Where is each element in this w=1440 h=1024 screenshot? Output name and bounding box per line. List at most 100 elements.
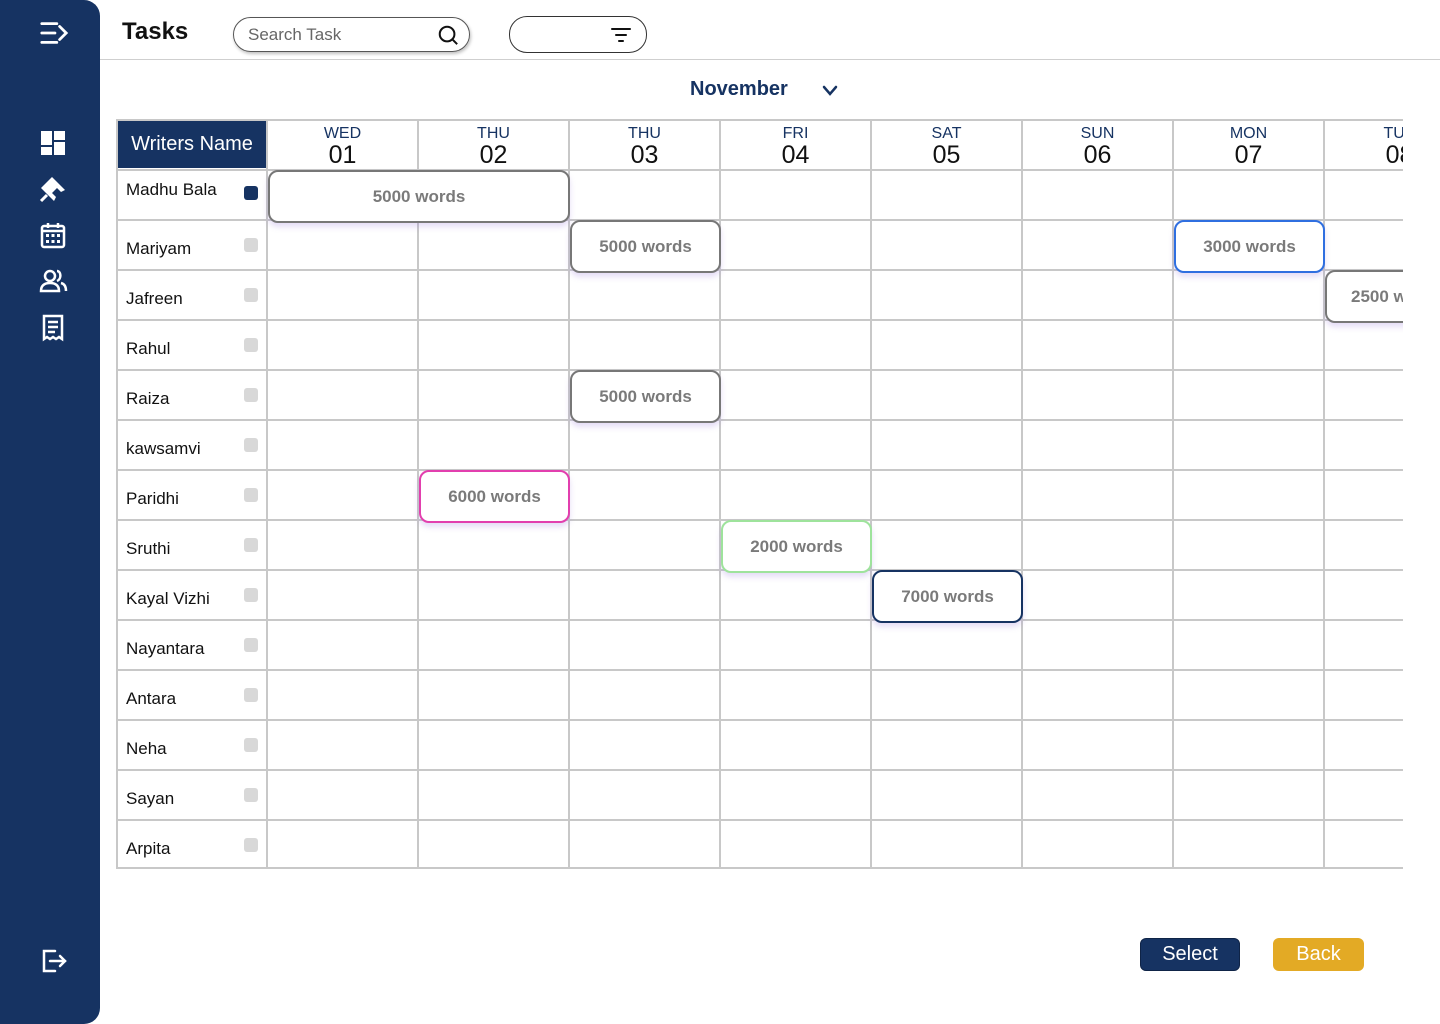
search-box[interactable] (233, 17, 470, 52)
writer-row: kawsamvi (118, 419, 266, 467)
menu-expand-icon[interactable] (37, 16, 71, 50)
writer-checkbox[interactable] (244, 388, 258, 402)
back-button[interactable]: Back (1273, 938, 1364, 971)
writer-row: Mariyam (118, 219, 266, 267)
grid-column-line (1021, 119, 1023, 869)
task-card[interactable]: 5000 words (570, 220, 721, 273)
filter-dropdown[interactable] (509, 16, 647, 53)
writer-row: Sayan (118, 769, 266, 817)
writer-checkbox[interactable] (244, 288, 258, 302)
writer-name: Neha (126, 739, 167, 758)
chevron-down-icon[interactable] (822, 84, 838, 98)
writer-row: Nayantara (118, 619, 266, 667)
day-header: THU 02 (419, 121, 568, 169)
writer-checkbox[interactable] (244, 688, 258, 702)
grid-row-line (116, 619, 1403, 621)
writer-checkbox[interactable] (244, 438, 258, 452)
writer-name: Madhu Bala (126, 180, 217, 199)
month-label[interactable]: November (690, 78, 788, 101)
grid-row-line (116, 369, 1403, 371)
day-number: 04 (781, 141, 810, 169)
writer-checkbox[interactable] (244, 788, 258, 802)
writer-name: Antara (126, 689, 177, 708)
sidebar (0, 0, 100, 1024)
day-header: SAT 05 (872, 121, 1021, 169)
grid-column-line (870, 119, 872, 869)
search-icon[interactable] (437, 24, 459, 46)
writer-checkbox[interactable] (244, 638, 258, 652)
page-title: Tasks (122, 18, 189, 45)
writer-row: Antara (118, 669, 266, 717)
task-card[interactable]: 7000 words (872, 570, 1023, 623)
grid-row-line (116, 469, 1403, 471)
search-input[interactable] (248, 24, 428, 46)
writer-checkbox[interactable] (244, 338, 258, 352)
schedule-grid: Writers Name WED 01 THU 02 THU 03 FRI 04 SAT 05 SU… (116, 119, 1403, 869)
writer-row: Raiza (118, 369, 266, 417)
writer-row: Rahul (118, 319, 266, 367)
day-number: 01 (328, 141, 357, 169)
writer-checkbox[interactable] (244, 238, 258, 252)
task-card[interactable]: 5000 words (570, 370, 721, 423)
grid-row-line (116, 769, 1403, 771)
users-icon[interactable] (36, 264, 70, 298)
day-header: WED 01 (268, 121, 417, 169)
day-number: 03 (630, 141, 659, 169)
grid-row-line (116, 419, 1403, 421)
writer-row: Jafreen (118, 269, 266, 317)
day-header: THU 03 (570, 121, 719, 169)
day-header: SUN 06 (1023, 121, 1172, 169)
pin-icon[interactable] (36, 172, 70, 206)
dashboard-icon[interactable] (36, 126, 70, 160)
day-number: 06 (1083, 141, 1112, 169)
writer-checkbox[interactable] (244, 186, 258, 200)
writer-checkbox[interactable] (244, 838, 258, 852)
writer-checkbox[interactable] (244, 738, 258, 752)
writer-name: Kayal Vizhi (126, 589, 210, 608)
writer-name: Nayantara (126, 639, 205, 658)
day-number: 05 (932, 141, 961, 169)
writer-row: Paridhi (118, 469, 266, 517)
writer-name: Mariyam (126, 239, 192, 258)
writer-name: Paridhi (126, 489, 179, 508)
task-card[interactable]: 3000 words (1174, 220, 1325, 273)
writer-row: Arpita (118, 819, 266, 867)
writer-name: Rahul (126, 339, 171, 358)
grid-row-line (116, 867, 1403, 869)
grid-row-line (116, 819, 1403, 821)
day-header: TUE08 (1325, 121, 1404, 169)
task-card[interactable]: 2000 words (721, 520, 872, 573)
writers-name-header: Writers Name (118, 121, 266, 168)
day-header: FRI 04 (721, 121, 870, 169)
writer-name: kawsamvi (126, 439, 201, 458)
writer-name: Jafreen (126, 289, 183, 308)
grid-column-line (266, 119, 268, 869)
day-number: 07 (1234, 141, 1263, 169)
writer-name: Raiza (126, 389, 170, 408)
task-card[interactable]: 6000 words (419, 470, 570, 523)
writer-row: Kayal Vizhi (118, 569, 266, 617)
top-header: Tasks (100, 0, 1440, 60)
writer-row: Madhu Bala (118, 169, 266, 217)
day-header: MON 07 (1174, 121, 1323, 169)
writer-checkbox[interactable] (244, 588, 258, 602)
logout-icon[interactable] (36, 944, 70, 978)
writer-name: Sayan (126, 789, 175, 808)
filter-icon[interactable] (610, 26, 632, 44)
writer-name: Sruthi (126, 539, 171, 558)
select-button[interactable]: Select (1140, 938, 1240, 971)
calendar-icon[interactable] (36, 218, 70, 252)
grid-row-line (116, 319, 1403, 321)
writer-row: Neha (118, 719, 266, 767)
writer-row: Sruthi (118, 519, 266, 567)
task-card[interactable]: 5000 words (268, 170, 570, 223)
day-number: 08 (1385, 141, 1403, 169)
task-card[interactable]: 2500 words (1325, 270, 1403, 323)
writer-name: Arpita (126, 839, 171, 858)
grid-row-line (116, 669, 1403, 671)
day-number: 02 (479, 141, 508, 169)
writer-checkbox[interactable] (244, 538, 258, 552)
grid-row-line (116, 719, 1403, 721)
receipt-icon[interactable] (36, 310, 70, 344)
writer-checkbox[interactable] (244, 488, 258, 502)
